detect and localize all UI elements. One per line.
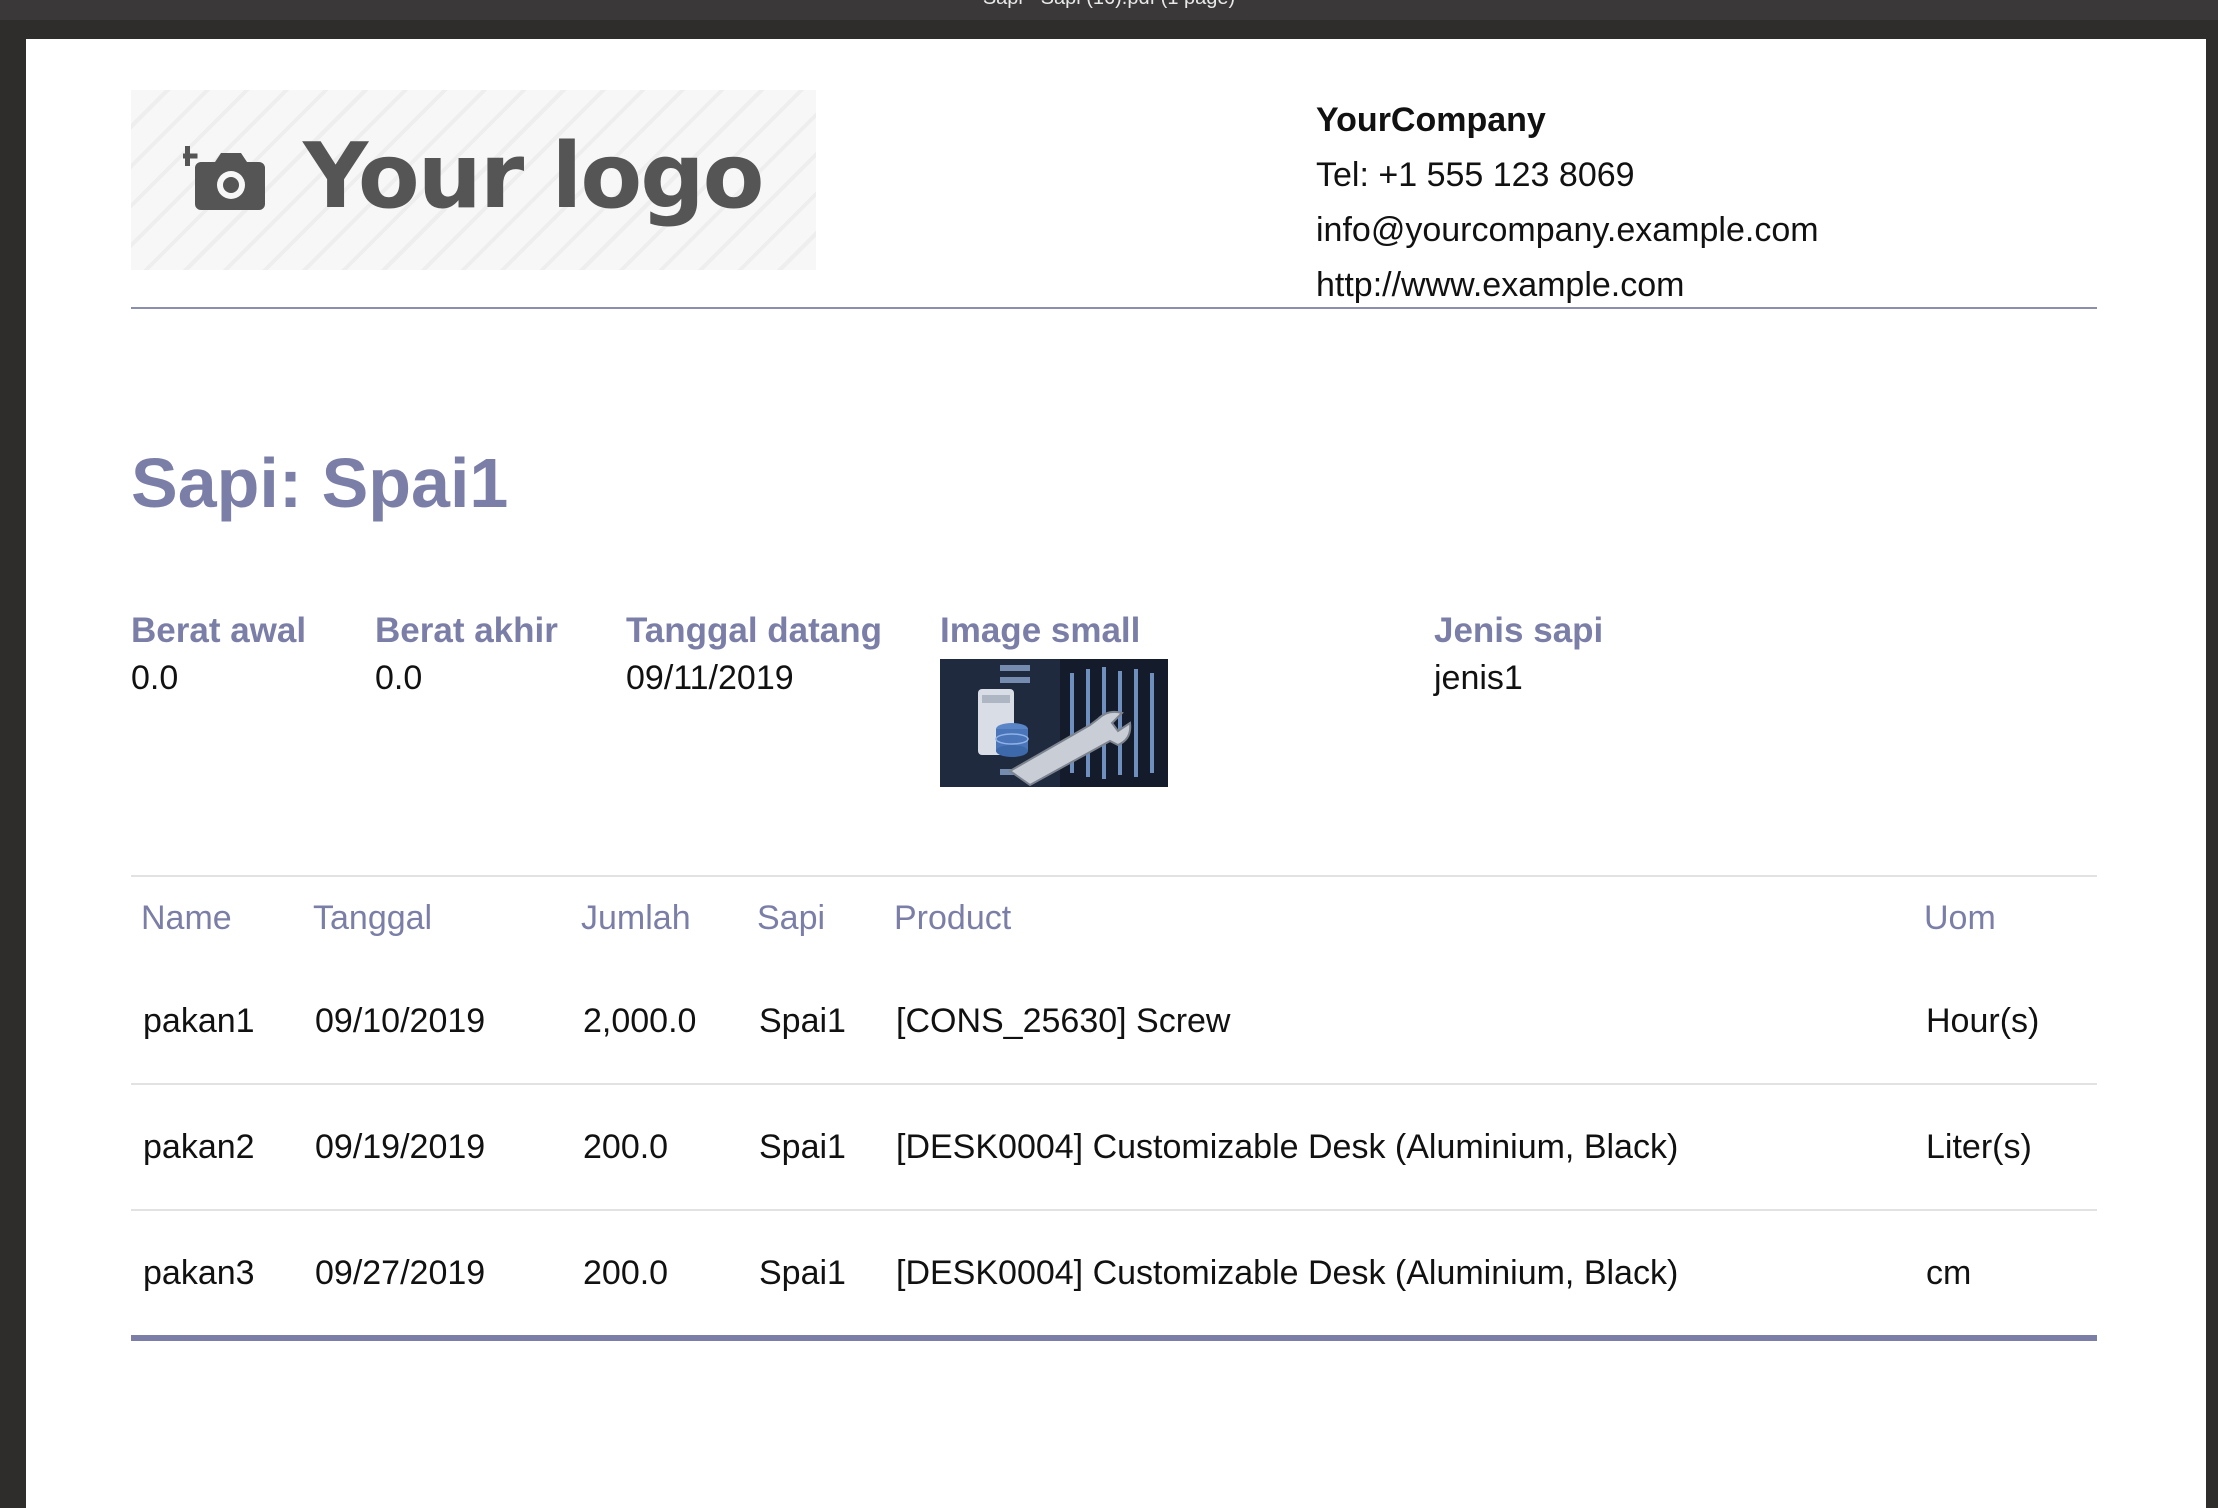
company-email: info@yourcompany.example.com: [1316, 211, 1819, 249]
company-phone: Tel: +1 555 123 8069: [1316, 156, 1635, 194]
camera-plus-icon: [183, 146, 265, 210]
field-berat-akhir: Berat akhir 0.0: [375, 611, 558, 698]
column-header-name: Name: [141, 898, 232, 937]
cell-tanggal: 09/19/2019: [303, 1084, 571, 1211]
column-header-sapi: Sapi: [757, 898, 826, 937]
field-label: Jenis sapi: [1434, 611, 1604, 650]
cell-name: pakan1: [131, 959, 303, 1085]
field-value: 0.0: [131, 659, 179, 697]
cell-tanggal: 09/27/2019: [303, 1210, 571, 1341]
company-website: http://www.example.com: [1316, 266, 1685, 304]
server-wrench-image: [940, 659, 1168, 787]
cell-jumlah: 200.0: [571, 1210, 747, 1341]
cell-name: pakan2: [131, 1084, 303, 1211]
cell-sapi: Spai1: [747, 959, 884, 1085]
cell-uom: Liter(s): [1914, 1084, 2097, 1211]
field-tanggal-datang: Tanggal datang 09/11/2019: [626, 611, 882, 698]
table-row: pakan2 09/19/2019 200.0 Spai1 [DESK0004]…: [131, 1084, 2097, 1211]
cell-jumlah: 2,000.0: [571, 959, 747, 1085]
field-label: Berat akhir: [375, 611, 558, 650]
field-label: Berat awal: [131, 611, 307, 650]
cell-product: [CONS_25630] Screw: [884, 959, 1914, 1085]
field-label: Image small: [940, 611, 1141, 650]
page-title: Sapi: Spai1: [131, 444, 509, 522]
cell-tanggal: 09/10/2019: [303, 959, 571, 1085]
company-logo: Your logo: [131, 90, 816, 270]
cell-uom: cm: [1914, 1210, 2097, 1341]
cell-name: pakan3: [131, 1210, 303, 1341]
report-page: Your logo YourCompany Tel: +1 555 123 80…: [26, 39, 2206, 1508]
table-row: pakan3 09/27/2019 200.0 Spai1 [DESK0004]…: [131, 1210, 2097, 1341]
cell-uom: Hour(s): [1914, 959, 2097, 1085]
column-header-uom: Uom: [1924, 898, 1996, 937]
field-berat-awal: Berat awal 0.0: [131, 611, 306, 698]
lines-table: Name Tanggal Jumlah Sapi Product Uom pak…: [131, 877, 2097, 1341]
cell-product: [DESK0004] Customizable Desk (Aluminium,…: [884, 1210, 1914, 1341]
company-name: YourCompany: [1316, 101, 1546, 139]
field-image-small: Image small: [940, 611, 1168, 787]
field-label: Tanggal datang: [626, 611, 883, 650]
window-title-bar: Sapi - Sapi (16).pdf (1 page): [0, 0, 2218, 20]
column-header-jumlah: Jumlah: [581, 898, 691, 937]
table-header-row: Name Tanggal Jumlah Sapi Product Uom: [131, 877, 2097, 959]
window-title: Sapi - Sapi (16).pdf (1 page): [983, 0, 1235, 9]
field-jenis-sapi: Jenis sapi jenis1: [1434, 611, 1603, 698]
field-value: jenis1: [1434, 659, 1523, 697]
cell-product: [DESK0004] Customizable Desk (Aluminium,…: [884, 1084, 1914, 1211]
column-header-tanggal: Tanggal: [313, 898, 433, 937]
field-value: 0.0: [375, 659, 423, 697]
company-info: YourCompany Tel: +1 555 123 8069 info@yo…: [1316, 93, 1819, 313]
column-header-product: Product: [894, 898, 1012, 937]
cell-sapi: Spai1: [747, 1084, 884, 1211]
logo-text: Your logo: [303, 124, 764, 229]
header-divider: [131, 307, 2097, 309]
cell-jumlah: 200.0: [571, 1084, 747, 1211]
field-value: 09/11/2019: [626, 659, 794, 697]
table-row: pakan1 09/10/2019 2,000.0 Spai1 [CONS_25…: [131, 959, 2097, 1085]
cell-sapi: Spai1: [747, 1210, 884, 1341]
